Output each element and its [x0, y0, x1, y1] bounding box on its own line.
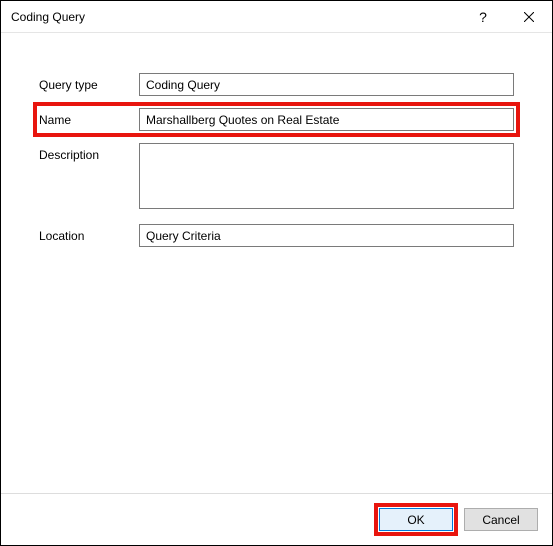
label-description: Description	[39, 143, 139, 162]
row-name: Name	[39, 108, 514, 131]
highlight-name-row: Name	[33, 102, 520, 137]
close-button[interactable]	[506, 1, 552, 33]
name-field[interactable]	[139, 108, 514, 131]
dialog-body: Query type Name Description Location	[1, 33, 552, 493]
cancel-button[interactable]: Cancel	[464, 508, 538, 531]
dialog-footer: OK Cancel	[1, 493, 552, 545]
row-description: Description	[39, 143, 514, 212]
row-location: Location	[39, 224, 514, 247]
close-icon	[524, 12, 534, 22]
query-type-field[interactable]	[139, 73, 514, 96]
row-query-type: Query type	[39, 73, 514, 96]
label-location: Location	[39, 224, 139, 243]
help-button[interactable]: ?	[460, 1, 506, 33]
titlebar: Coding Query ?	[1, 1, 552, 33]
label-name: Name	[39, 108, 139, 127]
label-query-type: Query type	[39, 73, 139, 92]
description-field[interactable]	[139, 143, 514, 209]
window-title: Coding Query	[11, 10, 460, 24]
ok-button[interactable]: OK	[379, 508, 453, 531]
location-field[interactable]	[139, 224, 514, 247]
highlight-ok-button: OK	[374, 503, 458, 536]
dialog-window: Coding Query ? Query type Name Descripti…	[0, 0, 553, 546]
